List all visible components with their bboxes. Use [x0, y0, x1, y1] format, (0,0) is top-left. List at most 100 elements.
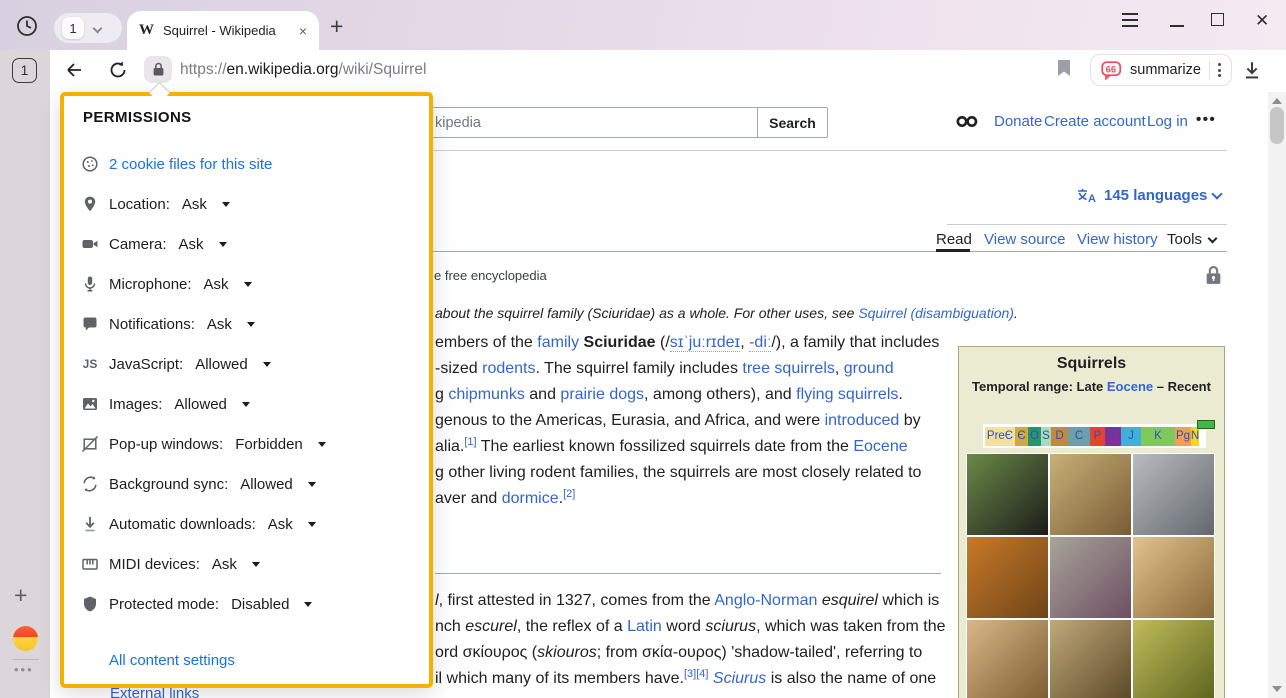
- timeline-period-K[interactable]: K: [1141, 427, 1175, 446]
- wiki-link[interactable]: flying squirrels: [796, 386, 898, 403]
- appearance-glasses-icon[interactable]: [956, 115, 980, 128]
- summarize-button[interactable]: 66 summarize: [1090, 54, 1232, 86]
- wiki-link[interactable]: prairie dogs: [560, 386, 644, 403]
- wiki-link[interactable]: rodents: [482, 360, 535, 377]
- wiki-link[interactable]: family: [537, 334, 579, 351]
- page-scrollbar[interactable]: [1268, 92, 1286, 698]
- sidebar-add-icon[interactable]: +: [14, 582, 27, 609]
- login-link[interactable]: Log in: [1147, 113, 1188, 130]
- content-settings-row[interactable]: All content settings: [109, 648, 235, 672]
- timeline-period-P[interactable]: P: [1090, 427, 1105, 446]
- timeline-period-Pg[interactable]: Pg: [1175, 427, 1191, 446]
- dropdown-caret-icon[interactable]: [318, 442, 326, 447]
- site-lock-button[interactable]: [144, 56, 172, 83]
- history-clock-icon[interactable]: [16, 15, 38, 37]
- scroll-down-arrow[interactable]: [1272, 686, 1282, 692]
- permission-value-dropdown[interactable]: Allowed: [240, 476, 293, 493]
- squirrel-photo-5[interactable]: [1050, 537, 1131, 618]
- sidebar-more-icon[interactable]: •••: [14, 662, 34, 677]
- tab-close-icon[interactable]: ×: [299, 23, 307, 39]
- wiki-link[interactable]: Latin: [627, 618, 662, 635]
- permission-value-dropdown[interactable]: Ask: [268, 516, 293, 533]
- wiki-link[interactable]: dormice: [502, 490, 559, 507]
- tab-view-history[interactable]: View history: [1077, 231, 1158, 248]
- permission-value-dropdown[interactable]: Allowed: [174, 396, 227, 413]
- squirrel-photo-8[interactable]: [1050, 620, 1131, 698]
- permission-value-dropdown[interactable]: Ask: [207, 316, 232, 333]
- browser-tab[interactable]: W Squirrel - Wikipedia ×: [127, 11, 319, 50]
- permission-value-dropdown[interactable]: Forbidden: [235, 436, 303, 453]
- wiki-link[interactable]: Squirrel (disambiguation): [858, 305, 1014, 321]
- squirrel-photo-3[interactable]: [1133, 454, 1214, 535]
- wiki-link[interactable]: [1]: [464, 436, 476, 448]
- tab-tools[interactable]: Tools: [1167, 231, 1216, 248]
- maximize-icon[interactable]: [1211, 13, 1224, 26]
- downloads-icon[interactable]: [1242, 60, 1262, 80]
- bookmark-flag-icon[interactable]: [1057, 59, 1071, 77]
- all-content-settings-link[interactable]: All content settings: [109, 652, 235, 669]
- tab-group-button[interactable]: 1: [54, 13, 122, 43]
- eocene-link[interactable]: Eocene: [1107, 379, 1153, 394]
- squirrel-photo-2[interactable]: [1050, 454, 1131, 535]
- permission-value-dropdown[interactable]: Disabled: [231, 596, 289, 613]
- timeline-period-J[interactable]: J: [1121, 427, 1141, 446]
- summarize-menu-icon[interactable]: [1218, 63, 1221, 77]
- wiki-link[interactable]: introduced: [825, 412, 900, 429]
- squirrel-photo-1[interactable]: [967, 454, 1048, 535]
- permission-value-dropdown[interactable]: Ask: [182, 196, 207, 213]
- tab-group-count[interactable]: 1: [62, 17, 84, 39]
- wiki-link[interactable]: tree squirrels: [742, 360, 834, 377]
- dropdown-caret-icon[interactable]: [242, 402, 250, 407]
- new-tab-button[interactable]: +: [330, 13, 343, 40]
- dropdown-caret-icon[interactable]: [222, 202, 230, 207]
- user-menu-icon[interactable]: •••: [1196, 111, 1216, 128]
- timeline-period-T[interactable]: T: [1105, 427, 1121, 446]
- timeline-period-C[interactable]: C: [1068, 427, 1090, 446]
- permission-value-dropdown[interactable]: Ask: [212, 556, 237, 573]
- scrollbar-thumb[interactable]: [1270, 107, 1284, 144]
- reload-icon[interactable]: [108, 60, 128, 80]
- tab-read[interactable]: Read: [936, 231, 972, 248]
- squirrel-photo-7[interactable]: [967, 620, 1048, 698]
- back-icon[interactable]: [64, 60, 84, 80]
- dropdown-caret-icon[interactable]: [263, 362, 271, 367]
- squirrel-photo-9[interactable]: [1133, 620, 1214, 698]
- wiki-link[interactable]: sɪˈjuːrɪdeɪ: [670, 334, 740, 352]
- create-account-link[interactable]: Create account: [1044, 113, 1146, 130]
- scroll-up-arrow[interactable]: [1272, 98, 1282, 104]
- dropdown-caret-icon[interactable]: [247, 322, 255, 327]
- donate-link[interactable]: Donate: [994, 113, 1042, 130]
- timeline-period-Є[interactable]: Є: [1015, 427, 1028, 446]
- minimize-icon[interactable]: [1170, 25, 1184, 27]
- wiki-link[interactable]: Eocene: [853, 438, 907, 455]
- dropdown-caret-icon[interactable]: [244, 282, 252, 287]
- dropdown-caret-icon[interactable]: [252, 562, 260, 567]
- address-bar[interactable]: https://en.wikipedia.org/wiki/Squirrel: [180, 61, 426, 79]
- dropdown-caret-icon[interactable]: [219, 242, 227, 247]
- sidebar-tab-count-badge[interactable]: 1: [12, 58, 37, 83]
- wiki-search-input[interactable]: [430, 107, 758, 138]
- squirrel-photo-4[interactable]: [967, 537, 1048, 618]
- chevron-down-icon[interactable]: [93, 23, 103, 33]
- cookies-row[interactable]: 2 cookie files for this site: [81, 152, 272, 176]
- wiki-search-button[interactable]: Search: [757, 107, 828, 138]
- mail-app-icon[interactable]: [13, 626, 38, 651]
- wiki-link[interactable]: [3][4]: [684, 668, 708, 680]
- languages-button[interactable]: A 145 languages: [1076, 187, 1221, 204]
- dropdown-caret-icon[interactable]: [308, 482, 316, 487]
- timeline-period-O[interactable]: O: [1028, 427, 1041, 446]
- timeline-period-N[interactable]: N: [1191, 427, 1199, 446]
- cookies-link[interactable]: 2 cookie files for this site: [109, 156, 272, 173]
- tab-view-source[interactable]: View source: [984, 231, 1065, 248]
- wiki-link[interactable]: chipmunks: [448, 386, 524, 403]
- wiki-link[interactable]: [2]: [563, 488, 575, 500]
- permission-value-dropdown[interactable]: Ask: [204, 276, 229, 293]
- wiki-link[interactable]: ground: [844, 360, 894, 377]
- wiki-link[interactable]: -diː: [749, 334, 771, 352]
- close-window-icon[interactable]: ✕: [1255, 11, 1269, 31]
- squirrel-photo-6[interactable]: [1133, 537, 1214, 618]
- dropdown-caret-icon[interactable]: [308, 522, 316, 527]
- permission-value-dropdown[interactable]: Allowed: [195, 356, 248, 373]
- timeline-period-PreЄ[interactable]: PreЄ: [985, 427, 1015, 446]
- timeline-period-D[interactable]: D: [1051, 427, 1068, 446]
